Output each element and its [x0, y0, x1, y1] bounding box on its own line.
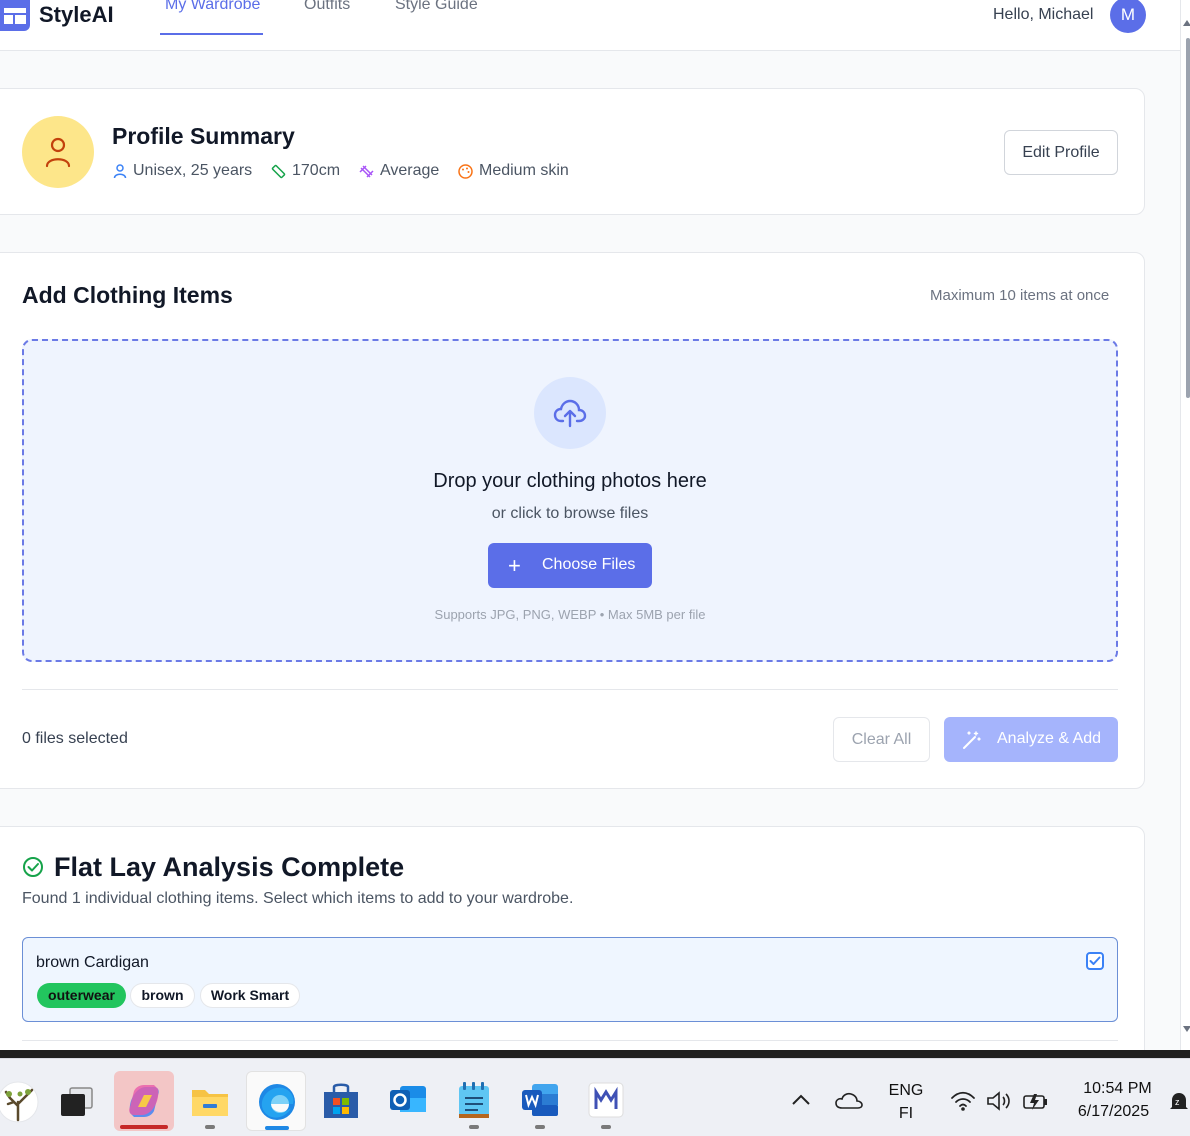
word-running-indicator: [535, 1125, 545, 1129]
palette-icon: [458, 163, 473, 179]
item-select-checkbox[interactable]: [1086, 952, 1104, 970]
task-view-icon[interactable]: [58, 1084, 96, 1118]
analyze-and-add-button[interactable]: Analyze & Add: [944, 717, 1118, 762]
scroll-up-arrow-icon[interactable]: [1183, 20, 1190, 26]
notification-bell-icon[interactable]: z: [1168, 1090, 1190, 1114]
ruler-icon: [271, 164, 286, 178]
tab-outfits[interactable]: Outfits: [304, 0, 350, 14]
plus-icon: +: [508, 553, 521, 578]
clear-all-button[interactable]: Clear All: [833, 717, 930, 762]
tab-style-guide[interactable]: Style Guide: [395, 0, 478, 14]
taskbar-edge: [0, 1050, 1190, 1058]
skin-text: Medium skin: [479, 162, 569, 179]
analysis-title: Flat Lay Analysis Complete: [54, 852, 405, 882]
supported-formats-note: Supports JPG, PNG, WEBP • Max 5MB per fi…: [434, 607, 706, 622]
profile-build: Average: [358, 162, 439, 180]
file-explorer-icon[interactable]: [190, 1084, 230, 1118]
keyboard-layout-indicator[interactable]: FI: [886, 1105, 926, 1123]
gender-age-text: Unisex, 25 years: [133, 162, 253, 179]
active-tab-indicator: [160, 33, 263, 35]
notepad-icon[interactable]: [456, 1080, 492, 1120]
dumbbell-icon: [359, 164, 374, 178]
magic-wand-icon: [963, 731, 981, 749]
chevron-up-icon[interactable]: [790, 1092, 812, 1108]
profile-summary-card: [0, 88, 1145, 215]
upload-icon-circle: [534, 377, 606, 449]
brand-logo-icon[interactable]: [0, 0, 30, 31]
analysis-subtitle: Found 1 individual clothing items. Selec…: [22, 890, 574, 907]
dropzone-title: Drop your clothing photos here: [433, 470, 707, 492]
checkmark-icon: [1089, 956, 1101, 965]
clock-date[interactable]: 6/17/2025: [1066, 1103, 1161, 1121]
clock-time[interactable]: 10:54 PM: [1070, 1080, 1165, 1098]
section-divider: [22, 689, 1118, 690]
list-item[interactable]: [22, 937, 1118, 1022]
profile-skin: Medium skin: [457, 162, 569, 180]
brand-name[interactable]: StyleAI: [39, 2, 114, 28]
volume-icon[interactable]: [985, 1090, 1013, 1112]
app-m-running-indicator: [601, 1125, 611, 1129]
cloud-upload-icon: [553, 399, 587, 428]
edge-browser-icon[interactable]: [246, 1071, 306, 1131]
profile-avatar: [22, 116, 94, 188]
app-m-icon[interactable]: [588, 1082, 624, 1118]
height-text: 170cm: [292, 162, 341, 179]
add-clothing-title: Add Clothing Items: [22, 282, 233, 308]
notepad-running-indicator: [469, 1125, 479, 1129]
profile-title: Profile Summary: [112, 123, 295, 149]
language-indicator[interactable]: ENG: [886, 1082, 926, 1100]
files-selected-count: 0 files selected: [22, 730, 128, 747]
profile-height: 170cm: [270, 162, 340, 180]
max-items-note: Maximum 10 items at once: [930, 287, 1110, 304]
tag-style: Work Smart: [200, 983, 300, 1008]
user-greeting: Hello, Michael: [993, 6, 1094, 23]
widgets-tree-icon[interactable]: [0, 1080, 40, 1124]
item-name: brown Cardigan: [36, 954, 149, 971]
tag-category: outerwear: [37, 983, 126, 1008]
onedrive-cloud-icon[interactable]: [834, 1090, 864, 1112]
tag-color: brown: [130, 983, 195, 1008]
list-divider: [22, 1040, 1118, 1041]
edit-profile-button[interactable]: Edit Profile: [1004, 130, 1118, 175]
scroll-down-arrow-icon[interactable]: [1183, 1026, 1190, 1032]
build-text: Average: [380, 162, 440, 179]
analyze-label: Analyze & Add: [997, 730, 1102, 747]
battery-charging-icon[interactable]: [1022, 1090, 1050, 1112]
choose-files-button[interactable]: + Choose Files: [488, 543, 652, 588]
dropzone-subtitle: or click to browse files: [491, 505, 649, 522]
scrollbar-thumb[interactable]: [1186, 38, 1190, 398]
profile-gender-age: Unisex, 25 years: [112, 162, 252, 180]
check-circle-icon: [23, 857, 43, 877]
user-icon: [113, 164, 127, 179]
choose-files-label: Choose Files: [542, 556, 636, 573]
svg-text:z: z: [1175, 1097, 1180, 1107]
microsoft-store-icon[interactable]: [322, 1082, 360, 1120]
outlook-icon[interactable]: [388, 1082, 428, 1118]
file-explorer-running-indicator: [205, 1125, 215, 1129]
wifi-icon[interactable]: [950, 1090, 976, 1112]
tab-my-wardrobe[interactable]: My Wardrobe: [165, 0, 260, 14]
copilot-icon[interactable]: [114, 1071, 174, 1131]
word-icon[interactable]: [520, 1082, 560, 1118]
